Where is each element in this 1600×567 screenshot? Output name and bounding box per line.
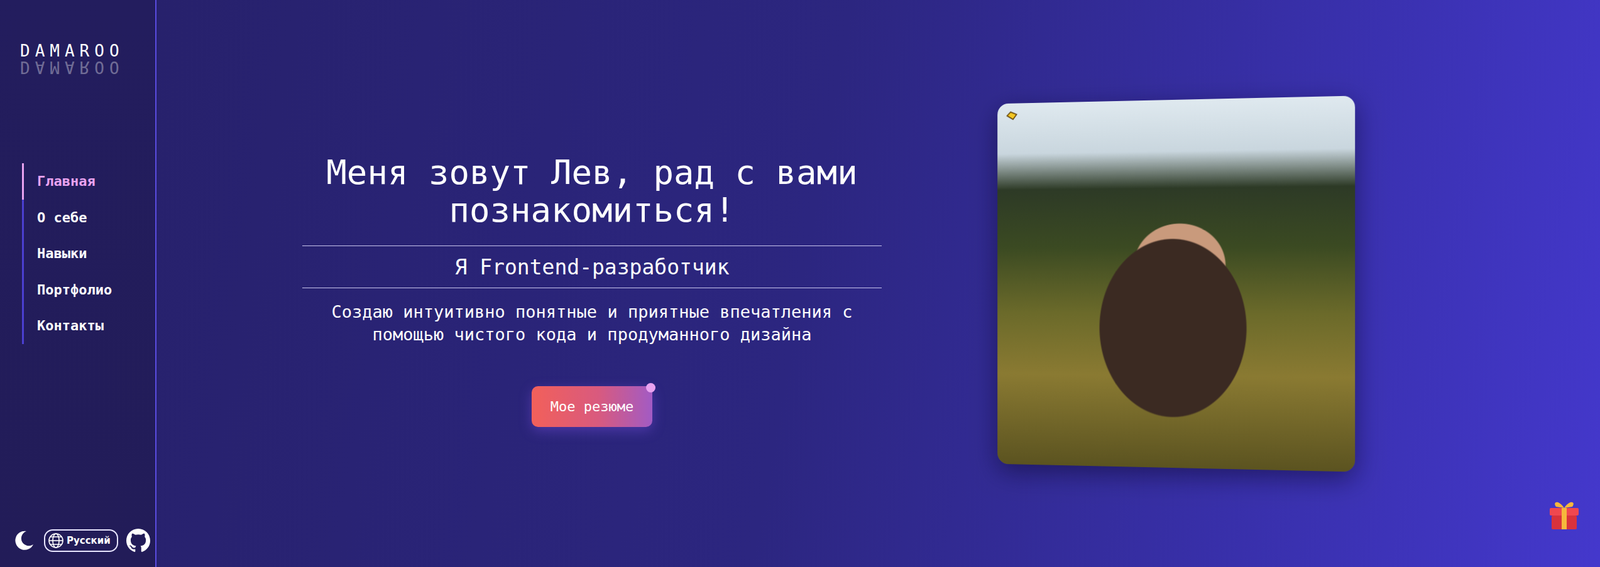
gift-icon[interactable]: [1545, 494, 1583, 532]
sidebar: DAMAROODAMAROO ГлавнаяО себеНавыкиПортфол…: [0, 0, 157, 567]
notification-dot: [646, 383, 656, 393]
nav-item[interactable]: Контакты: [21, 307, 156, 345]
logo[interactable]: DAMAROODAMAROO: [0, 42, 156, 76]
nav-menu: ГлавнаяО себеНавыкиПортфолиоКонтакты: [21, 163, 156, 345]
github-icon: [126, 529, 151, 554]
nav-item[interactable]: Навыки: [21, 235, 156, 273]
badge-icon: [1006, 110, 1019, 121]
resume-button[interactable]: Мое резюме: [531, 386, 653, 428]
moon-icon: [12, 529, 36, 553]
sidebar-footer: Русский: [0, 528, 156, 554]
hero-title: Меня зовут Лев, рад с вами познакомиться…: [302, 153, 882, 230]
logo-text[interactable]: DAMAROO: [0, 42, 156, 60]
hero-description: Создаю интуитивно понятные и приятные вп…: [318, 301, 866, 347]
nav-item[interactable]: Портфолио: [21, 272, 156, 309]
language-label[interactable]: Русский: [66, 534, 111, 549]
hero-subtitle: Я Frontend-разработчик: [302, 245, 882, 290]
github-link[interactable]: [125, 528, 151, 554]
hero-text: Меня зовут Лев, рад с вами познакомиться…: [302, 153, 882, 428]
logo-reflection: DAMAROO: [0, 59, 156, 76]
hero-section: Меня зовут Лев, рад с вами познакомиться…: [156, 0, 1600, 567]
page: DAMAROODAMAROO ГлавнаяО себеНавыкиПортфол…: [0, 0, 1600, 567]
photo-frame: [992, 99, 1353, 469]
resume-button-wrap: Мое резюме: [531, 386, 653, 428]
globe-icon: [47, 532, 65, 550]
nav-item[interactable]: Главная: [21, 163, 156, 200]
profile-photo: [997, 95, 1355, 472]
theme-toggle[interactable]: [11, 528, 37, 554]
language-switch[interactable]: Русский: [43, 529, 119, 553]
nav-item[interactable]: О себе: [21, 199, 156, 237]
